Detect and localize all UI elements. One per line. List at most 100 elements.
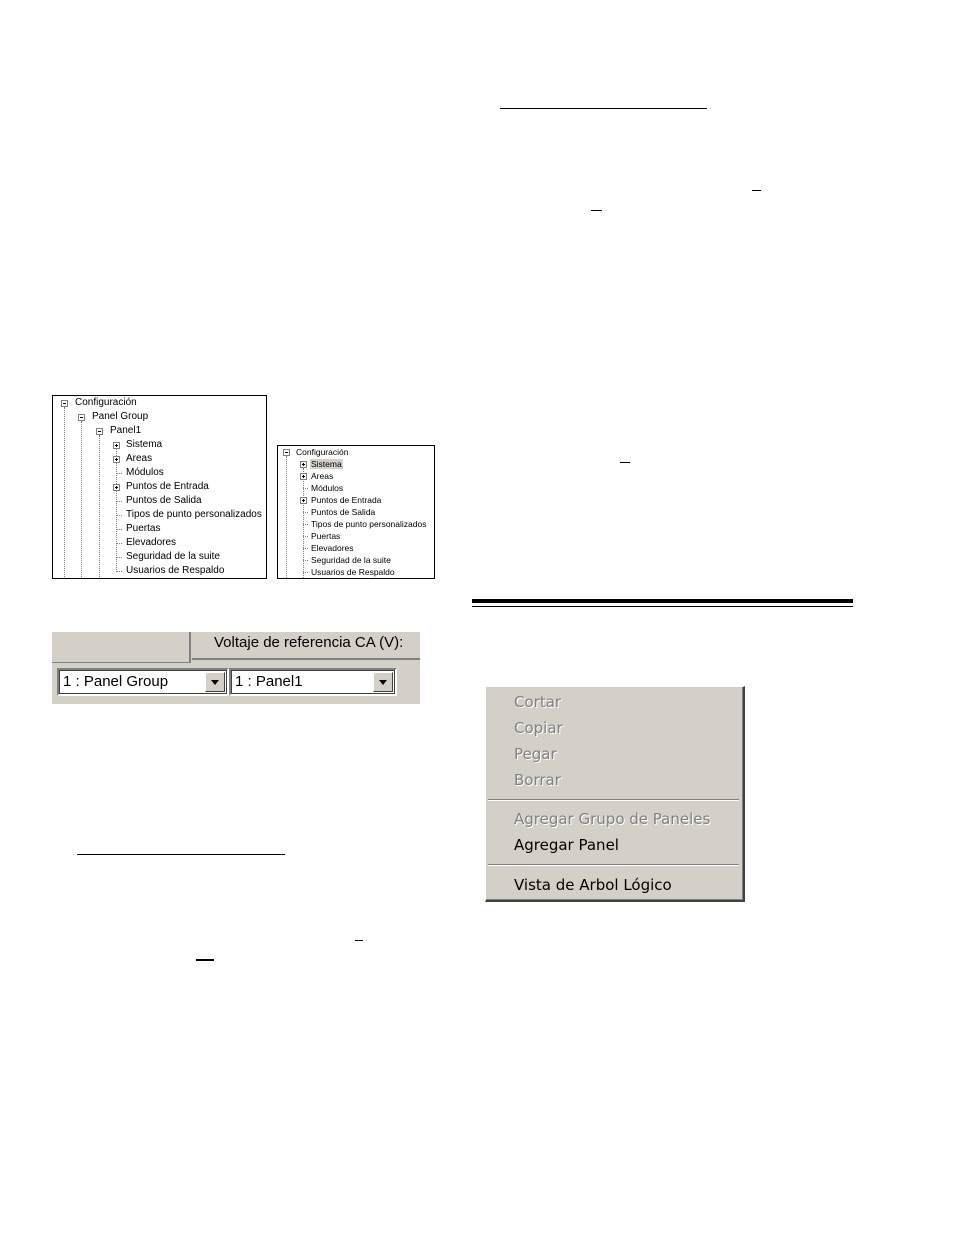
menu-item-logical-tree-view[interactable]: Vista de Arbol Lógico — [514, 873, 672, 897]
expand-icon[interactable] — [300, 497, 307, 504]
tree-item[interactable]: Puntos de Entrada — [300, 494, 381, 506]
tree-guide — [99, 435, 100, 578]
tree-item[interactable]: Puntos de Salida — [300, 506, 375, 518]
tree-item-label: Puntos de Salida — [311, 507, 376, 517]
tree-connector — [116, 473, 122, 474]
tree-item[interactable]: Panel1 — [96, 424, 141, 438]
tree-item-label: Usuarios de Respaldo — [126, 565, 225, 576]
tree-item[interactable]: Configuración — [61, 396, 137, 410]
expand-icon[interactable] — [113, 484, 120, 491]
expand-icon[interactable] — [113, 456, 120, 463]
tree-item-label: Panel1 — [110, 425, 142, 436]
menu-item-add-panel-group[interactable]: Agregar Grupo de Paneles — [514, 807, 710, 831]
underscore-mark — [620, 462, 630, 463]
tree-connector — [303, 548, 308, 549]
tree-item-label: Puertas — [311, 531, 341, 541]
menu-item-cut[interactable]: Cortar — [514, 690, 561, 714]
column-header-voltage[interactable]: Voltaje de referencia CA (V): — [192, 632, 420, 660]
tree-item[interactable]: Puertas — [113, 522, 160, 536]
menu-item-delete[interactable]: Borrar — [514, 768, 561, 792]
column-header-label: Voltaje de referencia CA (V): — [214, 634, 404, 651]
underscore-mark — [752, 190, 761, 191]
menu-item-add-panel[interactable]: Agregar Panel — [514, 833, 619, 857]
panel-value: 1 : Panel1 — [235, 673, 303, 690]
tree-item-label: Puntos de Entrada — [126, 481, 209, 492]
collapse-icon[interactable] — [78, 414, 85, 421]
tree-guide — [64, 407, 65, 578]
tree-item[interactable]: Tipos de punto personalizados — [113, 508, 262, 522]
column-header-blank — [52, 632, 191, 663]
tree-item-label: Tipos de punto personalizados — [126, 509, 262, 520]
panel-group-value: 1 : Panel Group — [63, 673, 169, 690]
chevron-down-icon[interactable] — [373, 672, 393, 692]
tree-view-large[interactable]: Configuración Panel Group Panel1 Sistema… — [52, 395, 267, 579]
tree-item[interactable]: Puertas — [300, 530, 340, 542]
tree-item[interactable]: Sistema — [113, 438, 162, 452]
tree-item-label: Areas — [311, 471, 334, 481]
tree-connector — [116, 543, 122, 544]
tree-item[interactable]: Configuración — [283, 446, 348, 458]
tree-item-label: Puertas — [126, 523, 161, 534]
tree-item-label: Seguridad de la suite — [126, 551, 220, 562]
tree-item-label: Puntos de Salida — [126, 495, 202, 506]
tree-guide — [286, 456, 287, 578]
expand-icon[interactable] — [113, 442, 120, 449]
tree-item[interactable]: Módulos — [300, 482, 343, 494]
tree-item[interactable]: Sistema — [300, 458, 343, 470]
tree-item[interactable]: Usuarios de Respaldo — [300, 566, 395, 578]
tree-item[interactable]: Puntos de Entrada — [113, 480, 209, 494]
menu-separator — [488, 799, 739, 801]
tree-item[interactable]: Areas — [300, 470, 333, 482]
tree-connector — [116, 529, 122, 530]
panel-group-dropdown[interactable]: 1 : Panel Group — [57, 668, 229, 696]
expand-icon[interactable] — [300, 473, 307, 480]
tree-connector — [303, 536, 308, 537]
tree-connector — [303, 572, 308, 573]
tree-item-label: Elevadores — [311, 543, 354, 553]
tree-item-label: Seguridad de la suite — [311, 555, 391, 565]
tree-item-label: Configuración — [296, 447, 349, 457]
tree-connector — [303, 488, 308, 489]
tree-item[interactable]: Puntos de Salida — [113, 494, 202, 508]
link-underline-top — [500, 108, 707, 109]
tree-item-label: Usuarios de Respaldo — [311, 567, 395, 577]
tree-item-label: Módulos — [126, 467, 164, 478]
expand-icon[interactable] — [300, 461, 307, 468]
menu-separator — [488, 864, 739, 866]
collapse-icon[interactable] — [61, 400, 68, 407]
tree-item[interactable]: Seguridad de la suite — [300, 554, 391, 566]
tree-item-label: Tipos de punto personalizados — [311, 519, 427, 529]
tree-connector — [116, 557, 122, 558]
menu-item-paste[interactable]: Pegar — [514, 742, 557, 766]
panel-dropdown[interactable]: 1 : Panel1 — [229, 668, 397, 696]
context-menu: Cortar Copiar Pegar Borrar Agregar Grupo… — [485, 686, 745, 902]
tree-connector — [116, 515, 122, 516]
tree-item[interactable]: Usuarios de Respaldo — [113, 564, 224, 578]
section-rule-thin — [472, 606, 853, 607]
collapse-icon[interactable] — [96, 428, 103, 435]
underscore-mark — [196, 959, 214, 961]
tree-connector — [303, 524, 308, 525]
chevron-down-icon[interactable] — [205, 672, 225, 692]
tree-item[interactable]: Módulos — [113, 466, 164, 480]
tree-view-small[interactable]: Configuración Sistema Areas Módulos Punt… — [277, 445, 435, 579]
underscore-mark — [591, 210, 602, 211]
tree-item[interactable]: Elevadores — [113, 536, 176, 550]
tree-item-label: Sistema — [126, 439, 163, 450]
collapse-icon[interactable] — [283, 449, 290, 456]
underscore-mark — [355, 940, 363, 941]
tree-guide — [81, 421, 82, 578]
tree-connector — [116, 501, 122, 502]
tree-item-label: Módulos — [311, 483, 344, 493]
menu-item-copy[interactable]: Copiar — [514, 716, 563, 740]
tree-item[interactable]: Tipos de punto personalizados — [300, 518, 426, 530]
tree-item[interactable]: Seguridad de la suite — [113, 550, 220, 564]
tree-connector — [303, 512, 308, 513]
tree-connector — [303, 560, 308, 561]
tree-item[interactable]: Elevadores — [300, 542, 354, 554]
tree-item-label-selected: Sistema — [310, 459, 343, 469]
tree-item[interactable]: Areas — [113, 452, 152, 466]
tree-item[interactable]: Panel Group — [78, 410, 148, 424]
tree-connector — [116, 571, 122, 572]
tree-item-label: Puntos de Entrada — [311, 495, 382, 505]
